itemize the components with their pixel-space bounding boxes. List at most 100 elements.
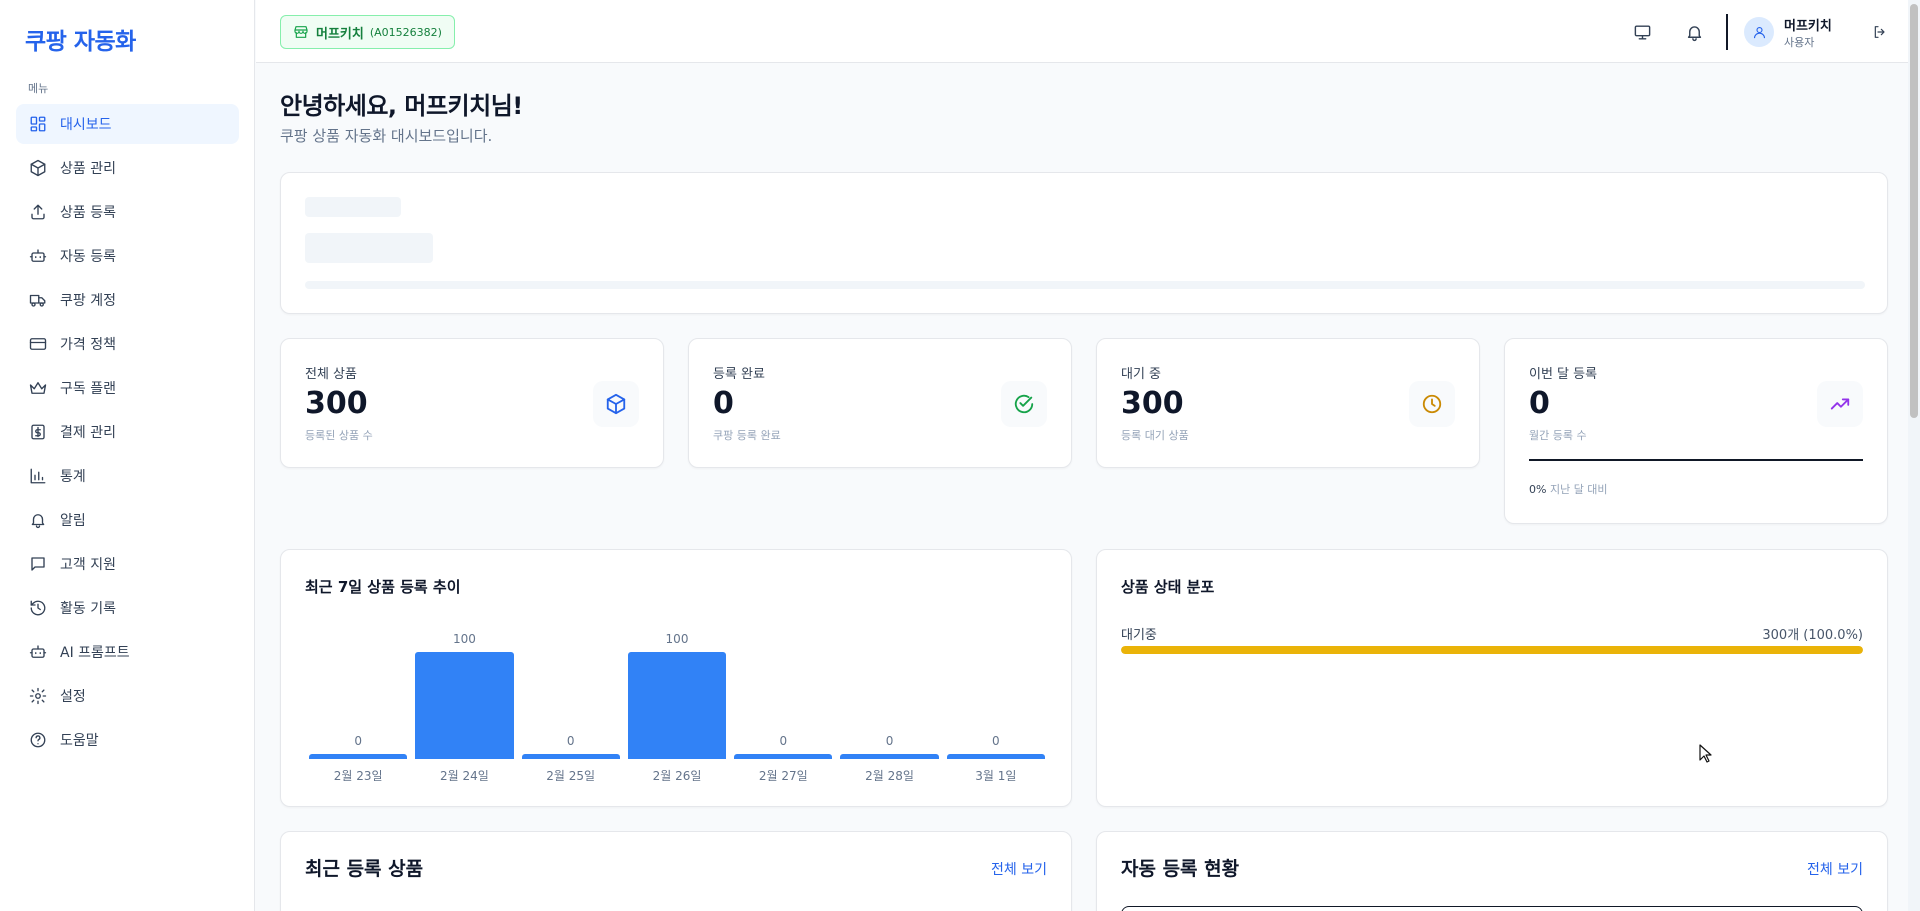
help-icon bbox=[28, 730, 48, 750]
notification-button[interactable] bbox=[1680, 18, 1708, 46]
sidebar-item-9[interactable]: 알림 bbox=[16, 500, 239, 540]
chart-tick-label: 2월 24일 bbox=[440, 769, 489, 783]
sidebar-item-6[interactable]: 구독 플랜 bbox=[16, 368, 239, 408]
stat-label: 등록 완료 bbox=[713, 367, 765, 382]
brand-logo[interactable]: 쿠팡 자동화 bbox=[25, 22, 136, 56]
chart-bar[interactable] bbox=[946, 754, 1045, 759]
chart-bar[interactable] bbox=[627, 652, 727, 759]
sidebar-item-label: 알림 bbox=[60, 513, 86, 529]
bot-icon bbox=[28, 246, 48, 266]
chart-data-label: 100 bbox=[452, 632, 476, 646]
stat-label: 전체 상품 bbox=[305, 367, 357, 382]
stat-value: 0 bbox=[1529, 386, 1550, 421]
chart-data-label: 0 bbox=[779, 734, 788, 748]
stat-icon-box bbox=[1409, 381, 1455, 427]
auto-registration-title: 자동 등록 현황 bbox=[1121, 858, 1240, 880]
stat-label: 이번 달 등록 bbox=[1529, 367, 1598, 382]
sidebar-item-8[interactable]: 통계 bbox=[16, 456, 239, 496]
skeleton-line bbox=[305, 233, 433, 263]
mouse-cursor-icon bbox=[1699, 744, 1712, 763]
check-circle-icon bbox=[1014, 394, 1034, 414]
header-divider bbox=[1726, 14, 1728, 50]
chart-title: 최근 7일 상품 등록 추이 bbox=[305, 578, 461, 596]
store-icon bbox=[294, 26, 308, 38]
sidebar: 쿠팡 자동화 메뉴 대시보드 상품 관리 상품 등록 자동 등록 쿠팡 계정 가격 정책 구… bbox=[0, 0, 255, 911]
bot-icon bbox=[28, 642, 48, 662]
store-code: (A01526382) bbox=[369, 25, 442, 39]
bell-icon bbox=[1687, 25, 1701, 41]
distribution-track bbox=[1121, 646, 1863, 654]
sidebar-item-label: 고객 지원 bbox=[60, 557, 116, 573]
stat-card-monthly: 이번 달 등록 0 월간 등록 수 0% 지난 달 대비 bbox=[1504, 338, 1888, 524]
skeleton-line bbox=[305, 197, 401, 217]
stat-icon-box bbox=[593, 381, 639, 427]
distribution-label: 대기중 bbox=[1121, 628, 1157, 643]
recent-view-all-link[interactable]: 전체 보기 bbox=[991, 859, 1047, 879]
sidebar-item-2[interactable]: 상품 등록 bbox=[16, 192, 239, 232]
sidebar-item-label: 대시보드 bbox=[60, 117, 112, 133]
sidebar-item-label: 도움말 bbox=[60, 733, 99, 749]
chart-bar[interactable] bbox=[521, 754, 620, 759]
chart-bar[interactable] bbox=[840, 754, 939, 759]
credit-card-icon bbox=[28, 334, 48, 354]
chart-bar[interactable] bbox=[415, 652, 514, 759]
sidebar-item-label: 구독 플랜 bbox=[60, 381, 116, 397]
sidebar-item-label: AI 프롬프트 bbox=[60, 645, 130, 661]
logout-button[interactable] bbox=[1866, 18, 1894, 46]
chart-data-label: 100 bbox=[665, 632, 689, 646]
sidebar-item-14[interactable]: 도움말 bbox=[16, 720, 239, 760]
stat-icon-box bbox=[1001, 381, 1047, 427]
sidebar-item-3[interactable]: 자동 등록 bbox=[16, 236, 239, 276]
stat-sub: 쿠팡 등록 완료 bbox=[713, 429, 781, 442]
gear-icon bbox=[28, 686, 48, 706]
chart-data-label: 0 bbox=[885, 734, 894, 748]
sidebar-item-13[interactable]: 설정 bbox=[16, 676, 239, 716]
crown-icon bbox=[28, 378, 48, 398]
chart-tick-label: 3월 1일 bbox=[975, 769, 1017, 783]
loading-skeleton-card bbox=[280, 172, 1888, 314]
sidebar-item-12[interactable]: AI 프롬프트 bbox=[16, 632, 239, 672]
message-icon bbox=[28, 554, 48, 574]
sidebar-item-11[interactable]: 활동 기록 bbox=[16, 588, 239, 628]
scrollbar-thumb[interactable] bbox=[1910, 4, 1918, 418]
stat-icon-box bbox=[1817, 381, 1863, 427]
logout-icon bbox=[1874, 26, 1885, 38]
sidebar-item-0[interactable]: 대시보드 bbox=[16, 104, 239, 144]
status-distribution-card: 상품 상태 분포 대기중 300개 (100.0%) bbox=[1096, 549, 1888, 807]
stat-sub: 등록 대기 상품 bbox=[1121, 429, 1189, 442]
sidebar-nav: 대시보드상품 관리상품 등록 자동 등록 쿠팡 계정가격 정책구독 플랜결제 관리통… bbox=[16, 104, 239, 764]
distribution-title: 상품 상태 분포 bbox=[1121, 578, 1215, 596]
chart-data-label: 0 bbox=[566, 734, 575, 748]
store-badge[interactable]: 머프키치 (A01526382) bbox=[280, 15, 455, 49]
sidebar-item-1[interactable]: 상품 관리 bbox=[16, 148, 239, 188]
recent-products-card: 최근 등록 상품 전체 보기 bbox=[280, 831, 1072, 911]
page-scrollbar[interactable] bbox=[1908, 0, 1920, 911]
clock-icon bbox=[1422, 394, 1442, 414]
dashboard-icon bbox=[28, 114, 48, 134]
stat-card-total: 전체 상품 300 등록된 상품 수 bbox=[280, 338, 664, 468]
top-header: 머프키치 (A01526382) 머프키치 사용자 bbox=[256, 0, 1920, 63]
sidebar-item-label: 결제 관리 bbox=[60, 425, 116, 441]
chart-bar[interactable] bbox=[309, 754, 408, 759]
stat-value: 300 bbox=[305, 386, 368, 421]
trend-text: 지난 달 대비 bbox=[1549, 483, 1608, 496]
trend-value: 0% bbox=[1529, 483, 1547, 496]
auto-registration-panel bbox=[1121, 906, 1863, 911]
recent-products-title: 최근 등록 상품 bbox=[305, 858, 424, 880]
sidebar-item-4[interactable]: 쿠팡 계정 bbox=[16, 280, 239, 320]
store-name: 머프키치 bbox=[316, 26, 364, 42]
sidebar-item-label: 상품 관리 bbox=[60, 161, 116, 177]
sidebar-item-5[interactable]: 가격 정책 bbox=[16, 324, 239, 364]
stat-label: 대기 중 bbox=[1121, 367, 1162, 382]
upload-icon bbox=[28, 202, 48, 222]
auto-view-all-link[interactable]: 전체 보기 bbox=[1807, 859, 1863, 879]
sidebar-item-7[interactable]: 결제 관리 bbox=[16, 412, 239, 452]
avatar[interactable] bbox=[1744, 17, 1774, 47]
skeleton-bar bbox=[305, 281, 1865, 289]
user-name: 머프키치 bbox=[1784, 19, 1832, 34]
monitor-button[interactable] bbox=[1628, 18, 1656, 46]
stat-card-pending: 대기 중 300 등록 대기 상품 bbox=[1096, 338, 1480, 468]
sidebar-item-label: 가격 정책 bbox=[60, 337, 116, 353]
chart-bar[interactable] bbox=[734, 754, 833, 759]
sidebar-item-10[interactable]: 고객 지원 bbox=[16, 544, 239, 584]
